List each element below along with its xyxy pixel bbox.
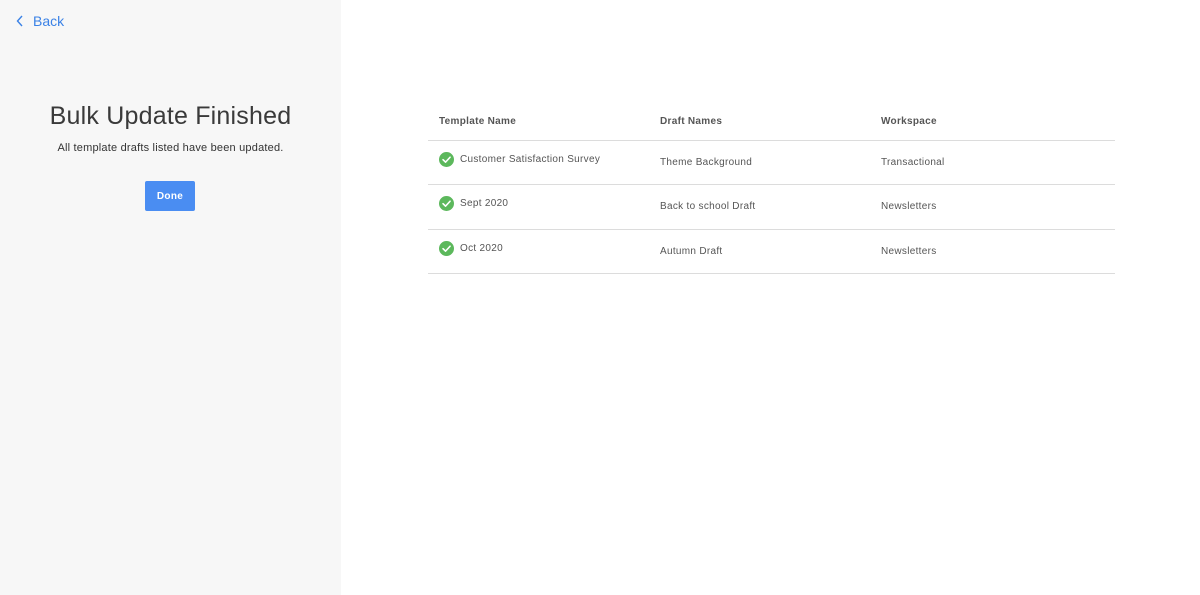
page-title: Bulk Update Finished	[49, 102, 292, 130]
header-workspace: Workspace	[870, 104, 1115, 141]
header-template-name: Template Name	[428, 104, 649, 141]
done-button[interactable]: Done	[145, 181, 195, 211]
table-row: Oct 2020 Autumn Draft Newsletters	[428, 229, 1115, 274]
template-name: Sept 2020	[460, 198, 509, 210]
finish-message: Bulk Update Finished All template drafts…	[0, 100, 341, 154]
sidebar: Back Bulk Update Finished All template d…	[0, 0, 341, 595]
table-row: Customer Satisfaction Survey Theme Backg…	[428, 140, 1115, 185]
draft-name: Back to school Draft	[649, 184, 870, 230]
workspace-name: Transactional	[870, 140, 1115, 185]
table-row: Sept 2020 Back to school Draft Newslette…	[428, 184, 1115, 230]
check-circle-icon	[439, 151, 454, 167]
check-circle-icon	[439, 196, 454, 212]
table-header-row: Template Name Draft Names Workspace	[428, 104, 1115, 141]
back-label: Back	[33, 13, 65, 29]
workspace-name: Newsletters	[870, 184, 1115, 230]
header-draft-names: Draft Names	[649, 104, 870, 141]
draft-name: Theme Background	[649, 140, 870, 185]
results-table: Template Name Draft Names Workspace Cust…	[428, 104, 1115, 274]
draft-name: Autumn Draft	[649, 229, 870, 274]
template-name: Customer Satisfaction Survey	[460, 153, 601, 165]
chevron-left-icon	[16, 15, 23, 27]
template-name: Oct 2020	[460, 242, 503, 254]
check-circle-icon	[439, 240, 454, 256]
back-link[interactable]: Back	[16, 12, 64, 30]
workspace-name: Newsletters	[870, 229, 1115, 274]
page-subtitle: All template drafts listed have been upd…	[57, 142, 284, 154]
